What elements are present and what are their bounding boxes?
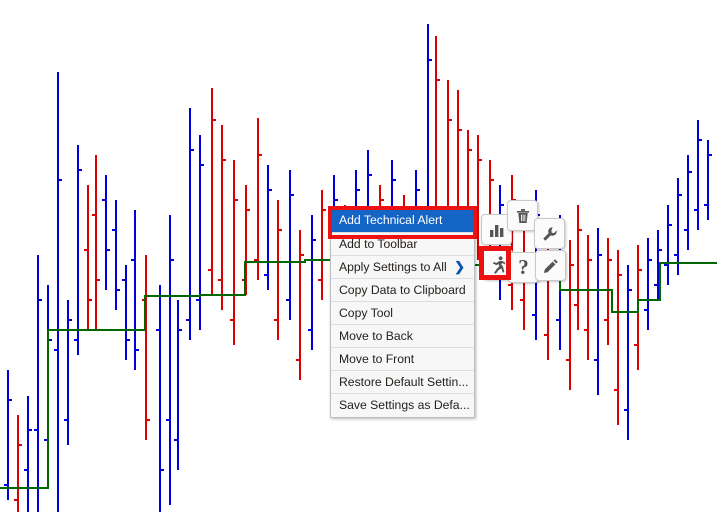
menu-item-move-to-back[interactable]: Move to Back [331, 324, 474, 347]
menu-item-apply-settings-to-all[interactable]: Apply Settings to All ❯ [331, 255, 474, 278]
menu-item-label: Restore Default Settin... [339, 375, 469, 389]
chart-tool-context-menu[interactable]: Add Technical Alert Add to Toolbar Apply S… [330, 208, 475, 418]
settings-tool-button[interactable] [534, 218, 565, 249]
question-mark-icon: ? [518, 255, 529, 279]
chart-window: ? Add Technical Alert Add to Toolbar Apply… [0, 0, 717, 512]
menu-item-label: Apply Settings to All [339, 260, 447, 274]
menu-item-move-to-front[interactable]: Move to Front [331, 347, 474, 370]
menu-item-label: Move to Back [339, 329, 413, 343]
pencil-icon [542, 257, 560, 275]
menu-item-label: Add Technical Alert [339, 213, 443, 227]
menu-item-label: Save Settings as Defa... [339, 398, 470, 412]
edit-tool-button[interactable] [535, 250, 566, 281]
bar-chart-icon [488, 221, 506, 239]
menu-item-label: Copy Data to Clipboard [339, 283, 466, 297]
submenu-chevron-icon: ❯ [454, 259, 465, 274]
menu-item-label: Move to Front [339, 352, 415, 366]
menu-item-label: Copy Tool [339, 306, 393, 320]
runner-icon [488, 255, 508, 275]
trash-icon [514, 207, 532, 225]
menu-item-restore-default-settin[interactable]: Restore Default Settin... [331, 370, 474, 393]
menu-item-copy-tool[interactable]: Copy Tool [331, 301, 474, 324]
menu-item-save-settings-as-defa[interactable]: Save Settings as Defa... [331, 393, 474, 416]
wrench-icon [541, 225, 559, 243]
menu-item-label: Add to Toolbar [339, 237, 418, 251]
menu-item-add-to-toolbar[interactable]: Add to Toolbar [331, 232, 474, 255]
menu-item-copy-data-to-clipboard[interactable]: Copy Data to Clipboard [331, 278, 474, 301]
menu-item-add-technical-alert[interactable]: Add Technical Alert [331, 209, 474, 232]
